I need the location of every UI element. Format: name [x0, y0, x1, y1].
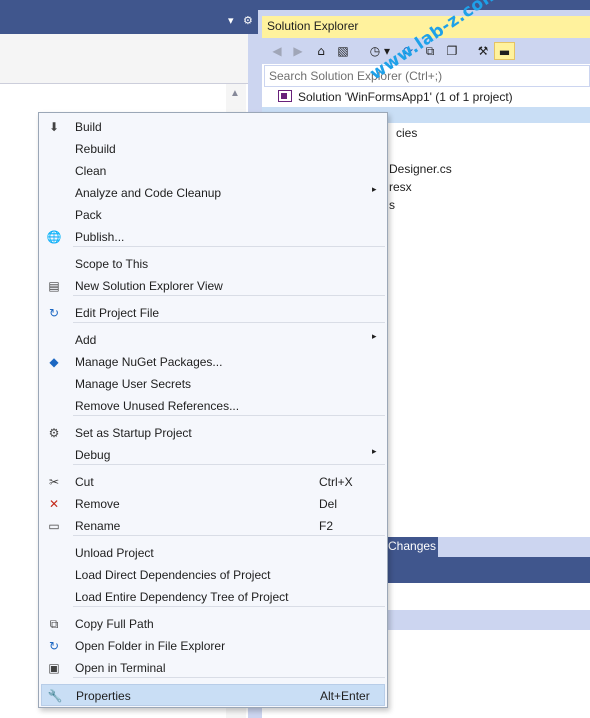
menu-item-rebuild[interactable]: Rebuild	[41, 138, 385, 160]
preview-icon[interactable]: ▬	[494, 42, 515, 60]
tree-item-solution[interactable]: Solution 'WinFormsApp1' (1 of 1 project)	[278, 88, 513, 106]
back-icon[interactable]: ◀	[268, 42, 286, 60]
rename-icon: ▭	[48, 519, 60, 533]
menu-item-label: Analyze and Code Cleanup	[75, 186, 222, 200]
new-view-icon: ▤	[48, 279, 60, 293]
menu-item-label: Load Entire Dependency Tree of Project	[75, 590, 289, 604]
tab-changes[interactable]: Changes	[384, 537, 438, 557]
menu-item-label: Load Direct Dependencies of Project	[75, 568, 271, 582]
submenu-arrow-icon: ▸	[372, 332, 377, 342]
switch-views-icon[interactable]: ▧	[334, 42, 352, 60]
menu-item-new-solution-explorer-view[interactable]: ▤ New Solution Explorer View	[41, 275, 385, 297]
menu-item-analyze-and-code-cleanup[interactable]: Analyze and Code Cleanup ▸	[41, 182, 385, 204]
menu-item-add[interactable]: Add ▸	[41, 329, 385, 351]
menu-item-label: Unload Project	[75, 546, 154, 560]
solution-explorer-search-input[interactable]: Search Solution Explorer (Ctrl+;)	[264, 65, 590, 87]
edit-arrow-icon: ↻	[48, 306, 60, 320]
menu-item-manage-nuget-packages[interactable]: ◆ Manage NuGet Packages...	[41, 351, 385, 373]
menu-item-label: Manage User Secrets	[75, 377, 192, 391]
menu-item-label: Rename	[75, 519, 121, 533]
menu-item-set-as-startup-project[interactable]: ⚙ Set as Startup Project	[41, 422, 385, 444]
menu-item-label: Clean	[75, 164, 107, 178]
menu-item-load-direct-dependencies-of-project[interactable]: Load Direct Dependencies of Project	[41, 564, 385, 586]
menu-item-label: Properties	[76, 689, 131, 703]
tree-item-label: Solution 'WinFormsApp1' (1 of 1 project)	[298, 90, 513, 104]
menu-item-debug[interactable]: Debug ▸	[41, 444, 385, 466]
menu-item-label: Rebuild	[75, 142, 116, 156]
menu-item-rename[interactable]: ▭ Rename F2	[41, 515, 385, 537]
menu-item-manage-user-secrets[interactable]: Manage User Secrets	[41, 373, 385, 395]
menu-item-label: Open Folder in File Explorer	[75, 639, 226, 653]
submenu-arrow-icon: ▸	[372, 185, 377, 195]
menu-item-load-entire-dependency-tree-of-project[interactable]: Load Entire Dependency Tree of Project	[41, 586, 385, 608]
menu-item-remove[interactable]: ✕ Remove Del	[41, 493, 385, 515]
forward-icon[interactable]: ▶	[289, 42, 307, 60]
menu-item-label: Publish...	[75, 230, 125, 244]
menu-item-label: Build	[75, 120, 102, 134]
menu-item-label: Edit Project File	[75, 306, 160, 320]
submenu-arrow-icon: ▸	[372, 447, 377, 457]
menu-item-publish[interactable]: 🌐 Publish...	[41, 226, 385, 248]
menu-item-label: Remove Unused References...	[75, 399, 240, 413]
terminal-icon: ▣	[48, 661, 60, 675]
menu-item-label: Copy Full Path	[75, 617, 154, 631]
menu-item-build[interactable]: ⬇ Build	[41, 116, 385, 138]
properties-icon[interactable]: ⚒	[474, 42, 492, 60]
menu-item-shortcut: F2	[319, 519, 334, 533]
menu-item-pack[interactable]: Pack	[41, 204, 385, 226]
context-menu: ⬇ Build Rebuild Clean Analyze and Code Clean…	[38, 112, 388, 708]
gear-icon[interactable]: ⚙	[243, 14, 253, 27]
editor-toolbar	[0, 34, 248, 84]
tree-item[interactable]: resx	[389, 178, 412, 196]
menu-item-open-in-terminal[interactable]: ▣ Open in Terminal	[41, 657, 385, 679]
dropdown-icon[interactable]: ▾	[228, 14, 234, 27]
menu-item-open-folder-in-file-explorer[interactable]: ↻ Open Folder in File Explorer	[41, 635, 385, 657]
editor-tab-bar: ▾ ⚙	[0, 10, 258, 34]
menu-item-cut[interactable]: ✂ Cut Ctrl+X	[41, 471, 385, 493]
gear-icon: ⚙	[48, 426, 60, 440]
menu-item-label: Remove	[75, 497, 120, 511]
remove-x-icon: ✕	[48, 497, 60, 511]
menu-item-label: Set as Startup Project	[75, 426, 192, 440]
build-icon: ⬇	[48, 120, 60, 134]
menu-item-label: Debug	[75, 448, 111, 462]
copy-icon: ⧉	[49, 617, 59, 631]
globe-icon: 🌐	[46, 230, 62, 244]
menu-item-label: Pack	[75, 208, 102, 222]
menu-item-copy-full-path[interactable]: ⧉ Copy Full Path	[41, 613, 385, 635]
menu-item-clean[interactable]: Clean	[41, 160, 385, 182]
open-folder-icon: ↻	[48, 639, 60, 653]
menu-item-shortcut: Alt+Enter	[320, 689, 370, 703]
menu-item-shortcut: Ctrl+X	[319, 475, 353, 489]
menu-item-label: Manage NuGet Packages...	[75, 355, 223, 369]
menu-item-unload-project[interactable]: Unload Project	[41, 542, 385, 564]
menu-item-label: Open in Terminal	[75, 661, 166, 675]
scroll-up-icon[interactable]: ▲	[230, 88, 240, 99]
menu-item-scope-to-this[interactable]: Scope to This	[41, 253, 385, 275]
tree-item[interactable]: Designer.cs	[389, 160, 452, 178]
menu-item-label: Cut	[75, 475, 94, 489]
wrench-icon: 🔧	[47, 689, 63, 703]
nuget-icon: ◆	[49, 355, 59, 369]
tree-item[interactable]: s	[389, 196, 395, 214]
menu-item-label: Add	[75, 333, 97, 347]
show-all-files-icon[interactable]: ❐	[443, 42, 461, 60]
solution-icon	[278, 90, 292, 102]
scissors-icon: ✂	[48, 475, 60, 489]
menu-item-properties[interactable]: 🔧 Properties Alt+Enter	[41, 684, 385, 706]
menu-item-edit-project-file[interactable]: ↻ Edit Project File	[41, 302, 385, 324]
menu-item-label: Scope to This	[75, 257, 149, 271]
tree-item[interactable]: cies	[396, 124, 417, 142]
top-title-strip	[0, 0, 590, 10]
menu-item-label: New Solution Explorer View	[75, 279, 223, 293]
menu-item-remove-unused-references[interactable]: Remove Unused References...	[41, 395, 385, 417]
menu-item-shortcut: Del	[319, 497, 338, 511]
home-icon[interactable]: ⌂	[312, 42, 330, 60]
